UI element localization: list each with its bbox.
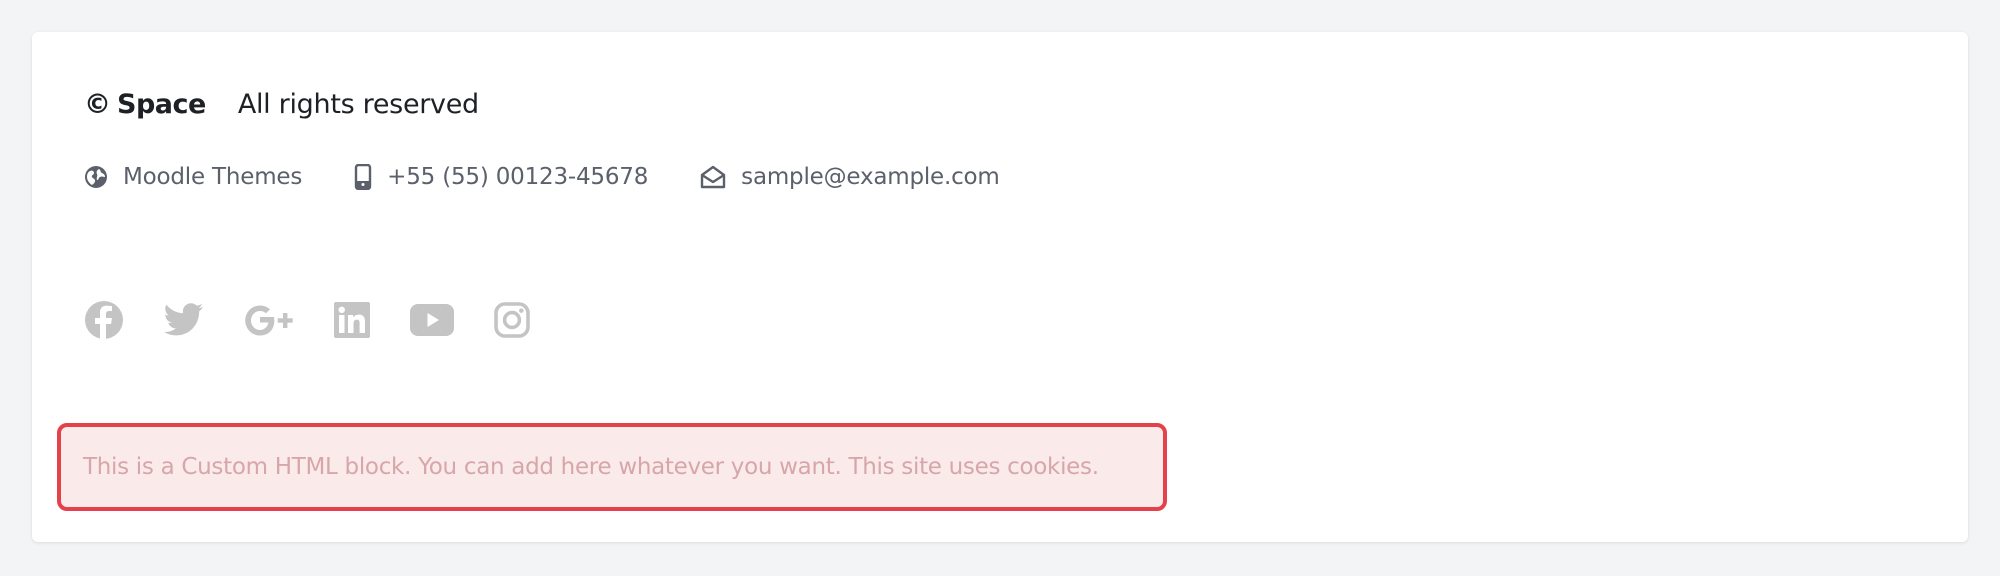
mobile-phone-icon: [354, 164, 387, 190]
twitter-icon[interactable]: [163, 302, 204, 342]
footer-card: © Space All rights reserved Moodle Theme…: [32, 32, 1968, 542]
google-plus-icon[interactable]: [244, 303, 294, 341]
linkedin-icon[interactable]: [334, 302, 370, 342]
social-links: [84, 297, 570, 347]
contact-email-text: sample@example.com: [741, 164, 1000, 190]
envelope-open-icon: [700, 165, 741, 189]
youtube-icon[interactable]: [410, 304, 454, 340]
contact-email[interactable]: sample@example.com: [700, 164, 1000, 190]
contact-website-text: Moodle Themes: [123, 164, 303, 190]
contact-phone-text: +55 (55) 00123-45678: [387, 164, 649, 190]
contact-row: Moodle Themes +55 (55) 00123-45678 sampl…: [84, 157, 1052, 197]
custom-html-text: This is a Custom HTML block. You can add…: [83, 454, 1099, 480]
contact-website[interactable]: Moodle Themes: [84, 164, 302, 190]
copyright-row: © Space All rights reserved: [84, 82, 479, 126]
brand-name: Space: [117, 88, 206, 120]
custom-html-block: This is a Custom HTML block. You can add…: [57, 423, 1167, 511]
copyright-symbol: ©: [84, 88, 111, 120]
globe-icon: [84, 165, 123, 189]
instagram-icon[interactable]: [494, 302, 530, 342]
contact-phone[interactable]: +55 (55) 00123-45678: [354, 164, 648, 190]
rights-text: All rights reserved: [237, 88, 479, 120]
facebook-icon[interactable]: [84, 300, 124, 344]
